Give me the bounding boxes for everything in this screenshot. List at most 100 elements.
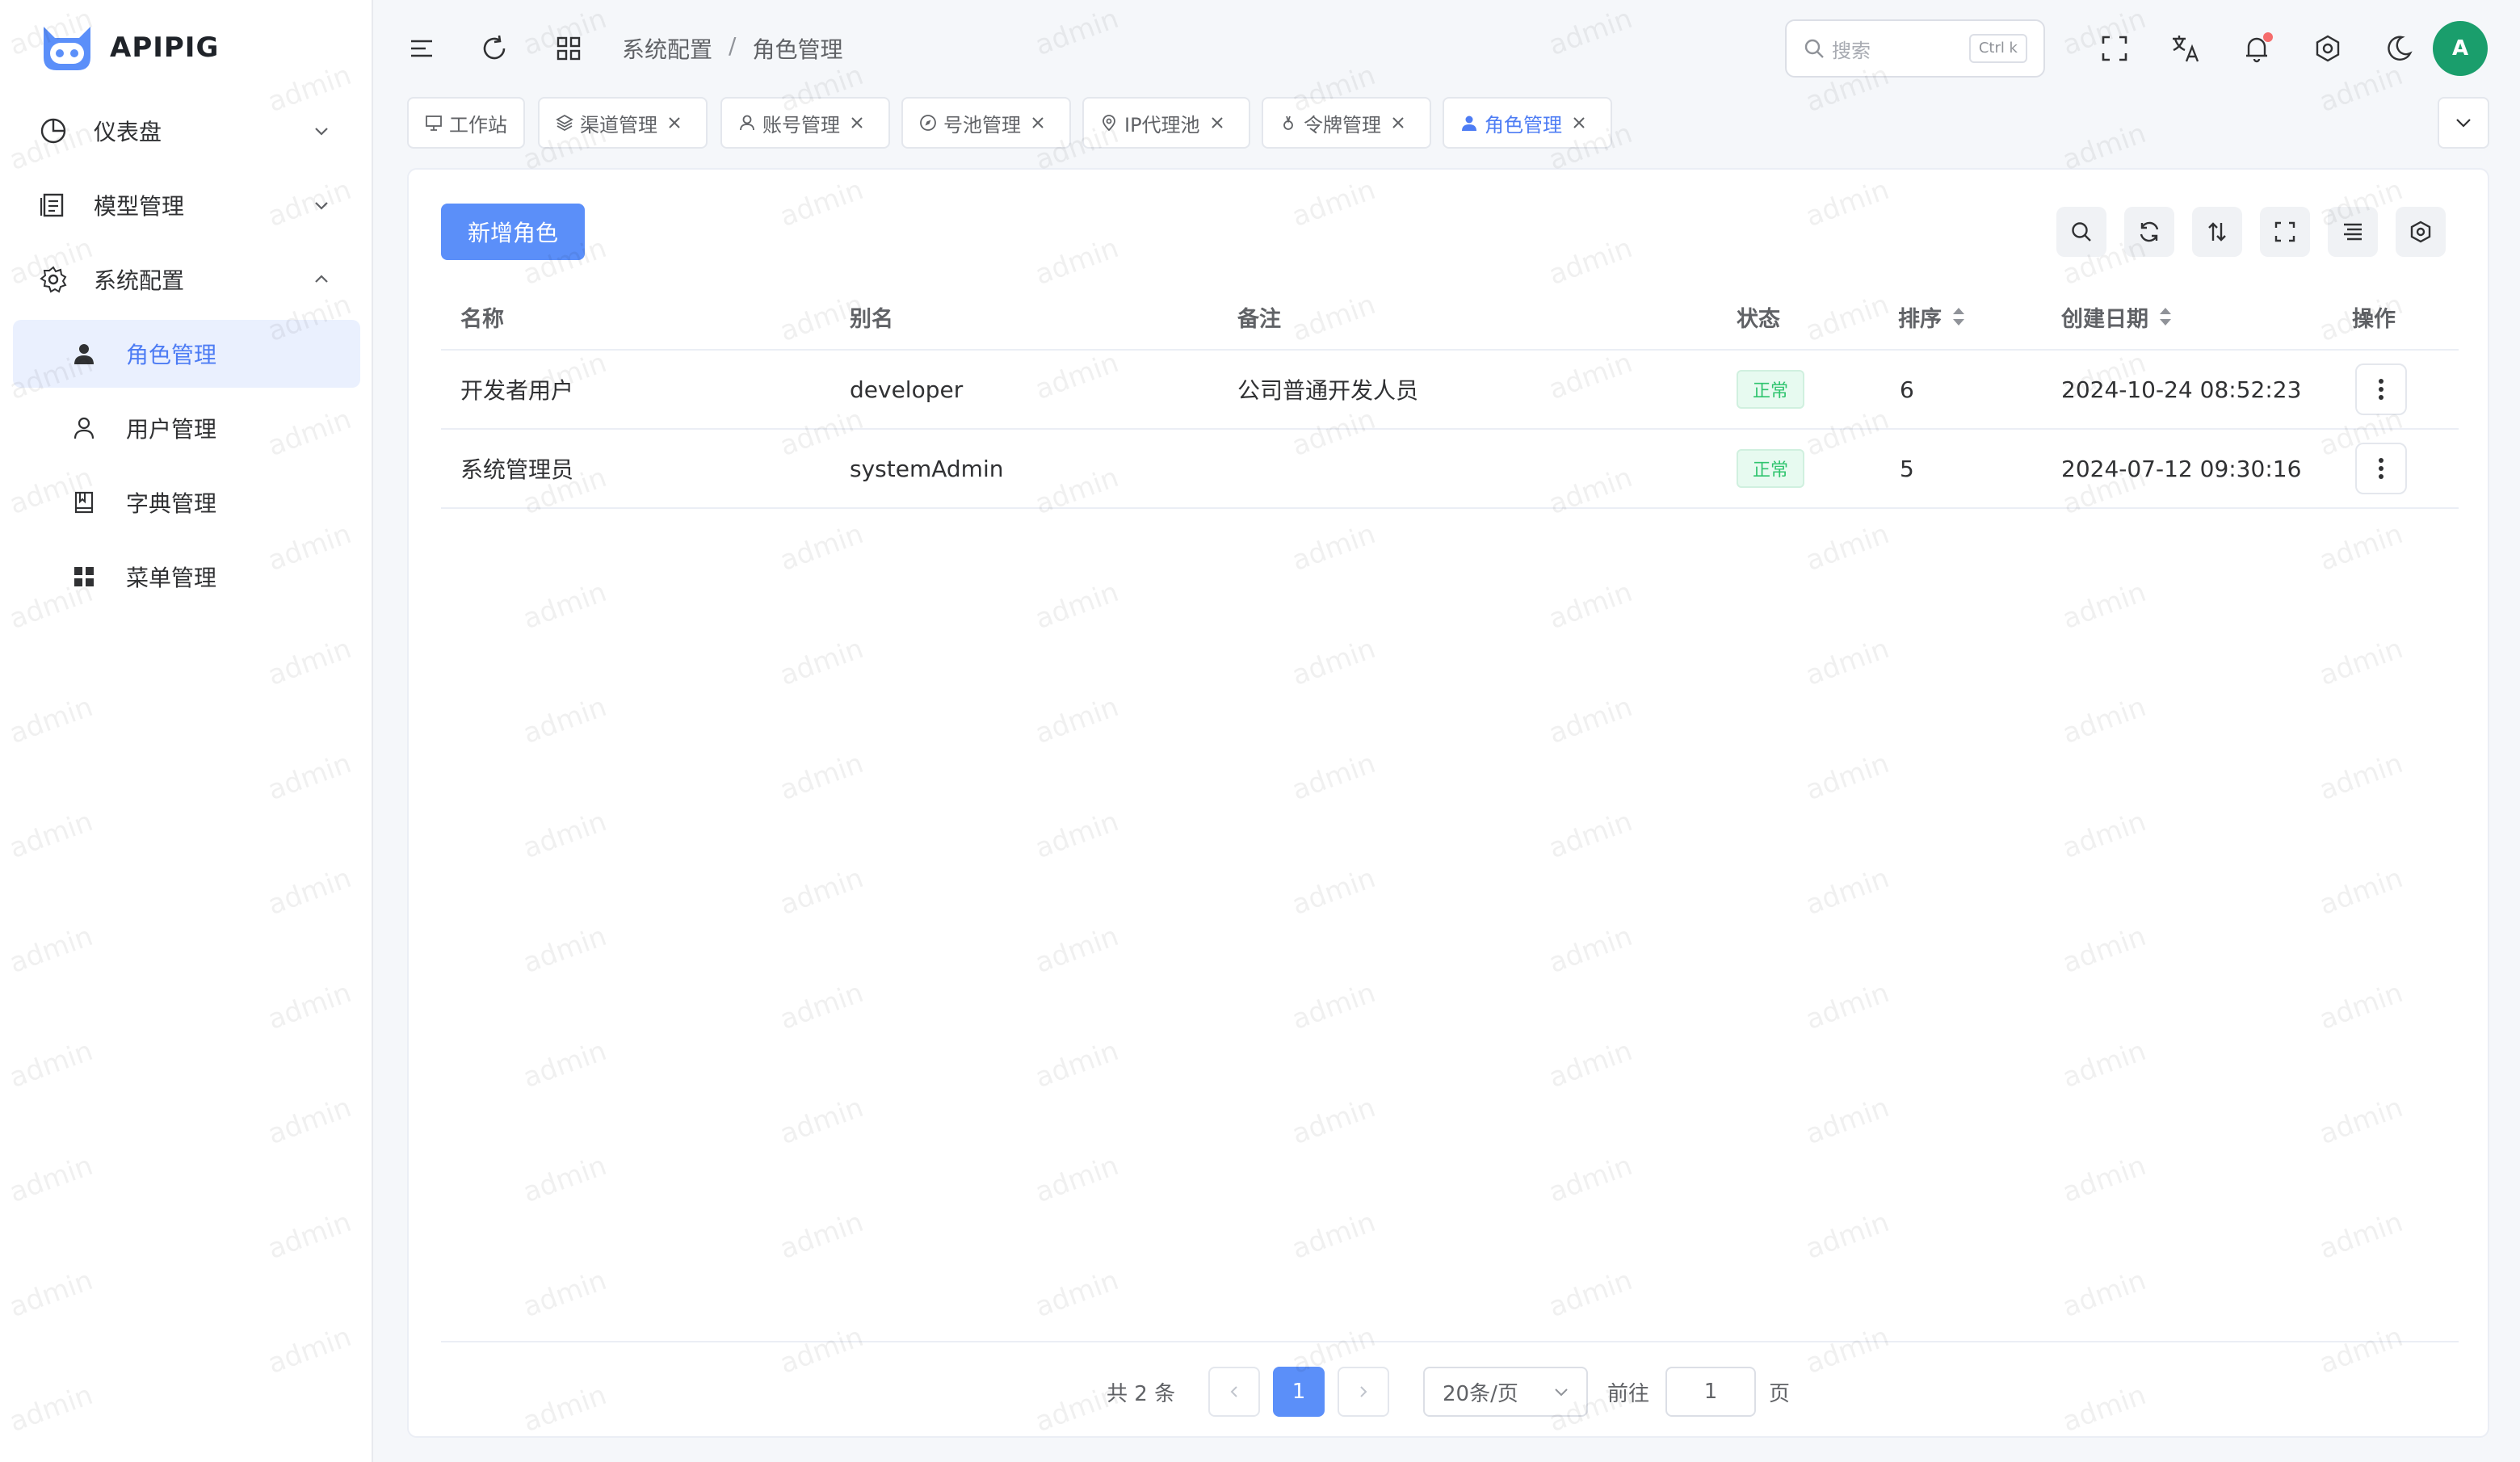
collapse-menu-icon[interactable]: [404, 31, 439, 66]
close-icon[interactable]: [1391, 116, 1405, 130]
goto-label: 前往: [1607, 1381, 1650, 1406]
sidebar-item-label: 系统配置: [94, 267, 185, 294]
user-filled-icon: [1460, 114, 1478, 132]
chevron-up-icon: [315, 275, 328, 283]
column-header-created[interactable]: 创建日期: [2061, 284, 2173, 349]
page-size-value: 20条/页: [1443, 1381, 1518, 1406]
tab-role-management[interactable]: 角色管理: [1443, 97, 1612, 149]
table-row[interactable]: 系统管理员 systemAdmin 正常 5 2024-07-12 09:30:…: [441, 430, 2459, 509]
apps-grid-icon[interactable]: [551, 31, 586, 66]
search-shortcut-badge: Ctrl k: [1968, 34, 2027, 63]
fullscreen-icon[interactable]: [2097, 31, 2132, 66]
tabs-more-dropdown[interactable]: [2438, 97, 2489, 149]
tab-ip-proxy-pool[interactable]: IP代理池: [1082, 97, 1250, 149]
tab-workstation[interactable]: 工作站: [407, 97, 525, 149]
settings-hexagon-icon: [2410, 221, 2431, 243]
column-header-actions: 操作: [2352, 306, 2396, 332]
role-table: 名称 别名 备注 状态 排序 创建日期 操作 开发者用户 developer 公…: [441, 284, 2459, 509]
refresh-button[interactable]: [2124, 207, 2174, 257]
refresh-icon[interactable]: [477, 31, 512, 66]
sort-toggle-button[interactable]: [2192, 207, 2242, 257]
notification-bell-icon[interactable]: [2239, 31, 2274, 66]
user-outline-icon: [69, 414, 99, 443]
sort-caret-icon: [2160, 308, 2171, 326]
close-icon[interactable]: [850, 116, 864, 130]
density-button[interactable]: [2328, 207, 2378, 257]
compass-icon: [919, 114, 937, 132]
tab-token-management[interactable]: 令牌管理: [1262, 97, 1431, 149]
table-row[interactable]: 开发者用户 developer 公司普通开发人员 正常 6 2024-10-24…: [441, 351, 2459, 430]
column-header-name: 名称: [460, 306, 504, 332]
next-page-button[interactable]: [1338, 1367, 1389, 1417]
search-icon: [2072, 222, 2091, 242]
sidebar-item-role-management[interactable]: 角色管理: [13, 320, 360, 388]
tab-pool-management[interactable]: 号池管理: [901, 97, 1071, 149]
sidebar-item-label: 仪表盘: [94, 119, 162, 145]
chevron-left-icon: [1230, 1386, 1237, 1397]
breadcrumb-item[interactable]: 系统配置: [622, 32, 712, 65]
book-icon: [69, 488, 99, 517]
column-settings-button[interactable]: [2396, 207, 2446, 257]
search-box[interactable]: 搜索 Ctrl k: [1785, 19, 2045, 78]
breadcrumb: 系统配置 / 角色管理: [622, 32, 842, 65]
page-size-select[interactable]: 20条/页: [1423, 1367, 1588, 1417]
breadcrumb-item-current: 角色管理: [752, 36, 843, 63]
tab-channel-management[interactable]: 渠道管理: [538, 97, 708, 149]
row-more-button[interactable]: [2355, 363, 2407, 415]
sidebar-item-label: 角色管理: [126, 342, 217, 368]
status-badge: 正常: [1737, 370, 1805, 409]
column-header-label: 创建日期: [2061, 306, 2148, 332]
status-badge: 正常: [1737, 449, 1805, 488]
close-icon[interactable]: [1031, 116, 1045, 130]
tab-label: 工作站: [449, 113, 507, 137]
tab-label: IP代理池: [1124, 113, 1200, 137]
settings-hexagon-icon[interactable]: [2310, 31, 2346, 66]
user-filled-icon: [69, 339, 99, 368]
sidebar-item-user-management[interactable]: 用户管理: [13, 394, 360, 462]
cell-sort: 5: [1900, 455, 1914, 482]
sidebar-item-label: 字典管理: [126, 490, 217, 517]
sidebar-item-label: 用户管理: [126, 416, 217, 443]
row-more-button[interactable]: [2355, 443, 2407, 494]
fullscreen-button[interactable]: [2260, 207, 2310, 257]
tab-label: 角色管理: [1485, 113, 1562, 137]
app-logo[interactable]: APIPIG: [39, 21, 219, 74]
close-icon[interactable]: [1572, 116, 1586, 130]
tab-account-management[interactable]: 账号管理: [720, 97, 890, 149]
sidebar-item-system-config[interactable]: 系统配置: [13, 246, 360, 313]
sidebar: APIPIG 仪表盘 模型管理 系统配置 角色管理 用户管理 字典管理 菜单管理: [0, 0, 373, 1462]
fullscreen-icon: [2274, 221, 2295, 242]
column-header-alias: 别名: [850, 306, 893, 332]
close-icon[interactable]: [667, 116, 682, 130]
chevron-down-icon: [1555, 1388, 1568, 1397]
content-card: 新增角色 名称 别名 备注 状态 排序 创建日期 操作 开发者用户 develo…: [407, 168, 2489, 1438]
pagination-divider: [441, 1341, 2459, 1342]
layers-icon: [556, 114, 573, 132]
cell-name: 开发者用户: [460, 377, 574, 404]
user-avatar[interactable]: A: [2433, 21, 2488, 76]
token-icon: [1279, 114, 1297, 132]
page-button-current[interactable]: 1: [1273, 1367, 1325, 1417]
column-header-remark: 备注: [1237, 306, 1281, 332]
sidebar-item-label: 模型管理: [94, 193, 185, 220]
goto-page-input[interactable]: 1: [1665, 1367, 1756, 1417]
column-header-sort[interactable]: 排序: [1898, 284, 1966, 349]
pagination-total: 共 2 条: [1107, 1381, 1176, 1406]
close-icon[interactable]: [1210, 116, 1224, 130]
dark-mode-moon-icon[interactable]: [2381, 31, 2417, 66]
add-role-button[interactable]: 新增角色: [441, 204, 585, 260]
search-toggle-button[interactable]: [2056, 207, 2106, 257]
tab-label: 渠道管理: [580, 113, 657, 137]
sidebar-item-menu-management[interactable]: 菜单管理: [13, 543, 360, 611]
sidebar-item-dict-management[interactable]: 字典管理: [13, 468, 360, 536]
column-header-label: 排序: [1898, 306, 1942, 332]
table-header: 名称 别名 备注 状态 排序 创建日期 操作: [441, 284, 2459, 351]
cell-sort: 6: [1900, 376, 1914, 403]
sidebar-item-dashboard[interactable]: 仪表盘: [13, 97, 360, 165]
cell-created: 2024-07-12 09:30:16: [2061, 455, 2302, 482]
prev-page-button[interactable]: [1208, 1367, 1260, 1417]
sidebar-item-label: 菜单管理: [126, 565, 217, 591]
sidebar-item-models[interactable]: 模型管理: [13, 171, 360, 239]
breadcrumb-separator: /: [729, 32, 737, 59]
translate-icon[interactable]: [2168, 31, 2203, 66]
